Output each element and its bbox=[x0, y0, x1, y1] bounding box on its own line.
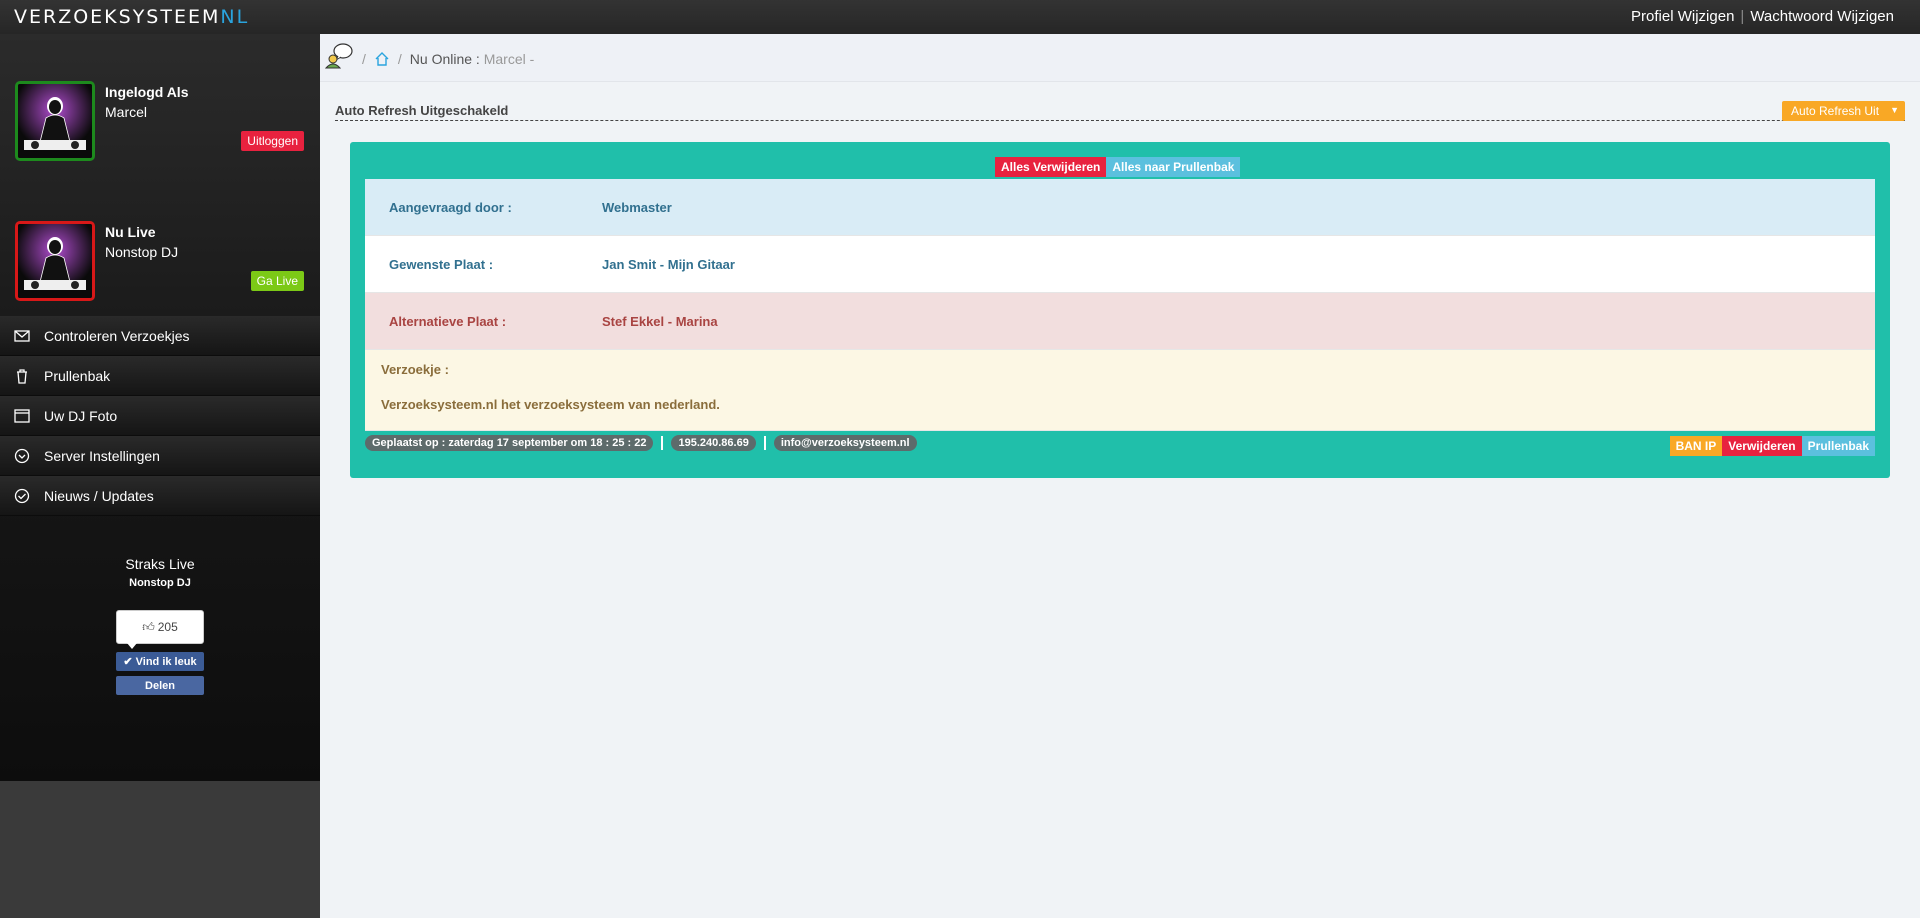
ban-ip-button[interactable]: BAN IP bbox=[1669, 436, 1723, 456]
auto-refresh-dropdown[interactable]: Auto Refresh Uit ▼ bbox=[1782, 101, 1905, 121]
trash-icon bbox=[0, 368, 44, 384]
envelope-icon bbox=[0, 328, 44, 344]
table-row: Aangevraagd door : Webmaster bbox=[365, 179, 1875, 236]
chevron-circle-icon bbox=[0, 448, 44, 464]
password-link[interactable]: Wachtwoord Wijzigen bbox=[1750, 8, 1894, 25]
message-text: Verzoeksysteem.nl het verzoeksysteem van… bbox=[381, 397, 720, 412]
now-live-name: Nonstop DJ bbox=[105, 244, 179, 260]
fb-like-count: 👍︎ 205 bbox=[116, 610, 204, 649]
sidebar-item-dj-foto[interactable]: Uw DJ Foto bbox=[0, 396, 320, 436]
placed-timestamp: Geplaatst op : zaterdag 17 september om … bbox=[365, 435, 654, 451]
fb-like-button[interactable]: ✔ Vind ik leuk bbox=[116, 652, 204, 671]
divider bbox=[335, 120, 1905, 121]
sidebar-item-label: Uw DJ Foto bbox=[44, 407, 118, 424]
straks-live-dj: Nonstop DJ bbox=[129, 577, 191, 589]
window-icon bbox=[0, 408, 44, 424]
dj-avatar-icon bbox=[18, 84, 92, 158]
now-live-block: Nu Live Nonstop DJ Ga Live bbox=[0, 174, 320, 304]
dj-avatar-icon bbox=[18, 224, 92, 298]
logged-in-name: Marcel bbox=[105, 104, 148, 120]
top-links: Profiel Wijzigen | Wachtwoord Wijzigen bbox=[1631, 8, 1894, 25]
delete-button[interactable]: Verwijderen bbox=[1722, 436, 1802, 456]
sidebar-item-label: Server Instellingen bbox=[44, 447, 160, 464]
sidebar-item-label: Controleren Verzoekjes bbox=[44, 327, 190, 344]
wanted-value: Jan Smit - Mijn Gitaar bbox=[602, 256, 735, 272]
auto-refresh-title: Auto Refresh Uitgeschakeld bbox=[335, 103, 509, 118]
sidebar-footer bbox=[0, 781, 320, 918]
online-status: Nu Online : Marcel - bbox=[409, 51, 535, 67]
check-icon: ✔ bbox=[123, 656, 133, 668]
requested-by-label: Aangevraagd door : bbox=[389, 199, 512, 215]
alt-label: Alternatieve Plaat : bbox=[389, 313, 507, 329]
logged-in-title: Ingelogd Als bbox=[105, 84, 189, 100]
sidebar-item-controleren[interactable]: Controleren Verzoekjes bbox=[0, 316, 320, 356]
sidebar-menu: Controleren Verzoekjes Prullenbak Uw DJ … bbox=[0, 316, 320, 516]
straks-live: Straks Live Nonstop DJ bbox=[0, 556, 320, 589]
breadcrumb: / / Nu Online : Marcel - bbox=[320, 34, 1920, 82]
avatar bbox=[15, 81, 95, 161]
fb-share-button[interactable]: Delen bbox=[116, 676, 204, 695]
top-bar: VERZOEKSYSTEEMNL Profiel Wijzigen | Wachtw… bbox=[0, 0, 1920, 34]
requested-by-value: Webmaster bbox=[602, 199, 672, 215]
sidebar-item-label: Nieuws / Updates bbox=[44, 487, 154, 504]
sidebar: Ingelogd Als Marcel Uitloggen Nu Live No… bbox=[0, 34, 320, 781]
table-row: Alternatieve Plaat : Stef Ekkel - Marina bbox=[365, 293, 1875, 350]
chat-circle-icon bbox=[0, 488, 44, 504]
sidebar-item-nieuws[interactable]: Nieuws / Updates bbox=[0, 476, 320, 516]
home-icon[interactable] bbox=[374, 51, 390, 67]
sidebar-item-label: Prullenbak bbox=[44, 367, 111, 384]
caret-down-icon: ▼ bbox=[1890, 105, 1899, 115]
trash-all-button[interactable]: Alles naar Prullenbak bbox=[1106, 157, 1241, 177]
brand-logo[interactable]: VERZOEKSYSTEEMNL bbox=[14, 6, 249, 28]
logged-in-block: Ingelogd Als Marcel Uitloggen bbox=[0, 34, 320, 164]
request-panel: Alles Verwijderen Alles naar Prullenbak … bbox=[350, 142, 1890, 478]
straks-live-title: Straks Live bbox=[125, 556, 195, 572]
ip-address: 195.240.86.69 bbox=[671, 435, 756, 451]
sidebar-item-server[interactable]: Server Instellingen bbox=[0, 436, 320, 476]
go-live-button[interactable]: Ga Live bbox=[250, 271, 304, 291]
thumbs-up-icon: 👍︎ bbox=[142, 619, 155, 634]
table-row: Gewenste Plaat : Jan Smit - Mijn Gitaar bbox=[365, 236, 1875, 293]
sidebar-item-prullenbak[interactable]: Prullenbak bbox=[0, 356, 320, 396]
now-live-title: Nu Live bbox=[105, 224, 156, 240]
avatar bbox=[15, 221, 95, 301]
email-address: info@verzoeksysteem.nl bbox=[773, 435, 917, 451]
message-row: Verzoekje : Verzoeksysteem.nl het verzoe… bbox=[365, 350, 1875, 431]
trash-button[interactable]: Prullenbak bbox=[1801, 436, 1875, 456]
profile-link[interactable]: Profiel Wijzigen bbox=[1631, 8, 1734, 25]
chat-users-icon bbox=[324, 43, 353, 69]
wanted-label: Gewenste Plaat : bbox=[389, 256, 494, 272]
message-label: Verzoekje : bbox=[381, 362, 449, 377]
alt-value: Stef Ekkel - Marina bbox=[602, 313, 718, 329]
delete-all-button[interactable]: Alles Verwijderen bbox=[995, 157, 1107, 177]
logout-button[interactable]: Uitloggen bbox=[241, 131, 304, 151]
